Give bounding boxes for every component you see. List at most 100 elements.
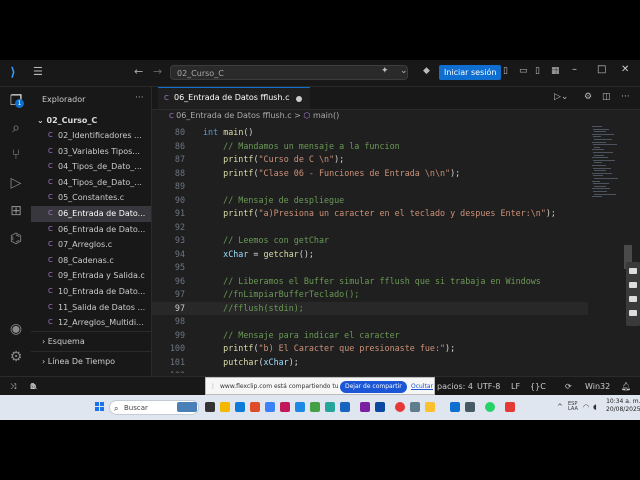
maximize-icon[interactable]: □	[597, 64, 606, 75]
editor-tab-active[interactable]: C 06_Entrada de Datos fflush.c	[158, 87, 310, 109]
accounts-shield-icon[interactable]: ◆	[423, 66, 430, 76]
sync-icon[interactable]: ⟳	[565, 377, 572, 396]
settings-gear-icon[interactable]: ⚙	[6, 347, 26, 367]
app-icon[interactable]	[375, 402, 385, 412]
toggle-sidebar-icon[interactable]: ▯	[503, 66, 508, 76]
app-icon[interactable]	[465, 402, 475, 412]
code-line[interactable]: 102	[152, 369, 588, 373]
sticky-scroll-line[interactable]: 80 int main()	[152, 126, 588, 140]
volume-icon[interactable]: ◖	[593, 403, 597, 411]
code-line[interactable]: 92	[152, 221, 588, 235]
more-actions-icon[interactable]: ···	[621, 92, 630, 102]
source-control-icon[interactable]: ⑂	[6, 145, 26, 165]
code-line[interactable]: 88 printf("Clase 06 - Funciones de Entra…	[152, 167, 588, 181]
app-icon[interactable]	[360, 402, 370, 412]
app-icon[interactable]	[410, 402, 420, 412]
tray-chevron-icon[interactable]: ^	[557, 403, 563, 411]
file-item[interactable]: C 03_Variables Tipos...	[31, 144, 151, 160]
file-explorer-icon[interactable]	[220, 402, 230, 412]
store-icon[interactable]	[265, 402, 275, 412]
file-item[interactable]: C 08_Cadenas.c	[31, 253, 151, 269]
forward-arrow-icon[interactable]: →	[153, 65, 162, 78]
image-icon[interactable]	[629, 282, 637, 288]
minimap[interactable]	[590, 126, 623, 206]
indentation-status[interactable]: pacios: 4	[437, 377, 473, 396]
chrome-icon[interactable]	[395, 402, 405, 412]
language-indicator[interactable]: ESP LAA	[568, 402, 578, 412]
file-item-active[interactable]: C 06_Entrada de Dato...	[31, 205, 151, 222]
platform-status[interactable]: Win32	[585, 377, 610, 396]
hide-link[interactable]: Ocultar	[411, 378, 433, 396]
unsaved-dot-icon[interactable]	[296, 96, 302, 102]
file-item[interactable]: C 02_Identificadores ...	[31, 128, 151, 144]
app-icon[interactable]	[310, 402, 320, 412]
code-line[interactable]: 99 // Mensaje para indicar el caracter	[152, 329, 588, 343]
code-line[interactable]: 91 printf("a)Presiona un caracter en el …	[152, 207, 588, 221]
code-line[interactable]: 94 xChar = getchar();	[152, 248, 588, 262]
close-icon[interactable]: ✕	[621, 64, 629, 75]
code-line[interactable]: 96 // Liberamos el Buffer simular fflush…	[152, 275, 588, 289]
run-debug-icon[interactable]: ▷	[6, 173, 26, 193]
stop-sharing-button[interactable]: Dejar de compartir	[340, 381, 407, 393]
file-item[interactable]: C 04_Tipos_de_Dato_...	[31, 175, 151, 191]
timeline-section[interactable]: › Línea De Tiempo	[31, 351, 151, 371]
taskbar-clock[interactable]: 10:34 a. m. 20/08/2025	[606, 398, 640, 414]
menu-icon[interactable]: ☰	[33, 65, 43, 78]
app-icon[interactable]	[280, 402, 290, 412]
split-editor-icon[interactable]: ◫	[602, 92, 611, 102]
file-item[interactable]: C 09_Entrada y Salida.c	[31, 268, 151, 284]
code-line[interactable]: 100 printf("b) El Caracter que presionas…	[152, 342, 588, 356]
encoding-status[interactable]: UTF-8	[477, 377, 500, 396]
breadcrumb-symbol[interactable]: main()	[313, 111, 339, 120]
wifi-icon[interactable]: ◠	[583, 403, 589, 411]
notifications-bell-icon[interactable]: 🔔︎	[621, 377, 631, 396]
eol-status[interactable]: LF	[511, 377, 520, 396]
remote-icon[interactable]: ⤨	[10, 377, 16, 396]
file-item[interactable]: C 12_Arreglos_Multidi...	[31, 315, 151, 331]
chevron-down-icon[interactable]: ⌄	[400, 66, 408, 76]
app-icon[interactable]	[425, 402, 435, 412]
code-line[interactable]: 87 printf("Curso de C \n");	[152, 153, 588, 167]
file-item[interactable]: C 11_Salida de Datos ...	[31, 300, 151, 316]
edge-icon[interactable]	[235, 402, 245, 412]
workspace-folder[interactable]: ⌄ 02_Curso_C	[37, 116, 97, 125]
toggle-panel-icon[interactable]: ▭	[519, 66, 528, 76]
code-line[interactable]: 97 //fnLimpiarBufferTeclado();	[152, 288, 588, 302]
code-line[interactable]: 89	[152, 180, 588, 194]
language-status[interactable]: {} C	[530, 377, 546, 396]
file-item[interactable]: C 05_Constantes.c	[31, 190, 151, 206]
minimize-icon[interactable]: –	[572, 64, 577, 75]
file-item[interactable]: C 06_Entrada de Dato...	[31, 222, 151, 238]
drag-handle-icon[interactable]: ⋮	[210, 378, 216, 396]
code-line[interactable]: 95	[152, 261, 588, 275]
back-arrow-icon[interactable]: ←	[134, 65, 143, 78]
code-line[interactable]: 86 // Mandamos un mensaje a la funcion	[152, 140, 588, 154]
app-icon[interactable]	[295, 402, 305, 412]
outline-section[interactable]: › Esquema	[31, 331, 151, 351]
whatsapp-icon[interactable]	[485, 402, 495, 412]
command-center-search[interactable]: 02_Curso_C	[170, 65, 408, 80]
file-item[interactable]: C 04_Tipos_de_Dato_...	[31, 159, 151, 175]
office-icon[interactable]	[250, 402, 260, 412]
app-icon[interactable]	[505, 402, 515, 412]
extensions-icon[interactable]: ⊞	[6, 201, 26, 221]
copilot-icon[interactable]: ✦	[381, 66, 389, 76]
sign-in-button[interactable]: Iniciar sesión	[439, 65, 502, 80]
file-item[interactable]: C 07_Arreglos.c	[31, 237, 151, 253]
code-editor[interactable]: 80 int main() 86 // Mandamos un mensaje a …	[152, 126, 588, 373]
run-code-icon[interactable]: ▷⌄	[554, 92, 568, 102]
account-icon[interactable]: ◉	[6, 319, 26, 339]
record-icon[interactable]	[629, 310, 637, 316]
widget-image-icon[interactable]	[177, 402, 197, 412]
toggle-secondary-sidebar-icon[interactable]: ▯	[535, 66, 540, 76]
code-line[interactable]: 101 putchar(xChar);	[152, 356, 588, 370]
more-actions-icon[interactable]: ···	[135, 93, 144, 103]
app-icon[interactable]	[340, 402, 350, 412]
vscode-taskbar-icon[interactable]	[450, 402, 460, 412]
customize-layout-icon[interactable]: ▦	[551, 66, 560, 76]
code-line[interactable]: 93 // Leemos con getChar	[152, 234, 588, 248]
settings-gear-icon[interactable]: ⚙	[584, 92, 592, 102]
code-line[interactable]: 90 // Mensaje de despliegue	[152, 194, 588, 208]
app-icon[interactable]	[325, 402, 335, 412]
task-view-icon[interactable]	[205, 402, 215, 412]
